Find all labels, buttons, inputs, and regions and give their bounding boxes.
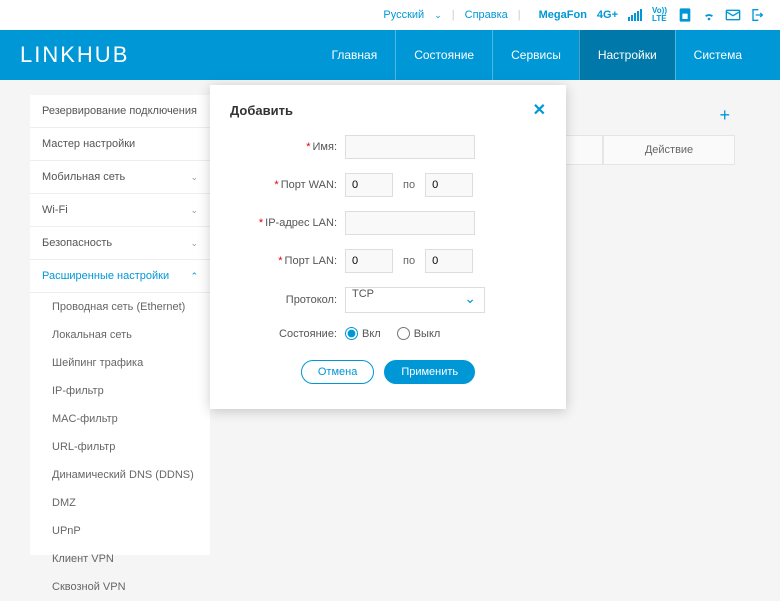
chevron-down-icon: ⌄ <box>434 10 442 21</box>
close-icon[interactable]: ✕ <box>533 100 546 120</box>
label-proto: Протокол: <box>286 294 337 306</box>
sub-upnp[interactable]: UPnP <box>30 517 210 545</box>
sub-dmz[interactable]: DMZ <box>30 489 210 517</box>
sim-icon <box>677 7 693 23</box>
cancel-button[interactable]: Отмена <box>301 360 374 384</box>
nav-status[interactable]: Состояние <box>395 30 492 80</box>
name-input[interactable] <box>345 135 475 159</box>
label-lanip: IP-адрес LAN: <box>265 217 337 229</box>
wan-to-input[interactable] <box>425 173 473 197</box>
sub-ethernet[interactable]: Проводная сеть (Ethernet) <box>30 293 210 321</box>
lanip-input[interactable] <box>345 211 475 235</box>
sub-vpnclient[interactable]: Клиент VPN <box>30 545 210 573</box>
sub-vpnpass[interactable]: Сквозной VPN <box>30 573 210 601</box>
sidebar: Резервирование подключения Мастер настро… <box>30 95 210 555</box>
wan-from-input[interactable] <box>345 173 393 197</box>
separator: | <box>518 9 521 21</box>
add-button[interactable]: + <box>719 105 730 126</box>
to-label: по <box>403 179 415 191</box>
sub-lan[interactable]: Локальная сеть <box>30 321 210 349</box>
chevron-up-icon: ⌃ <box>190 271 198 282</box>
chevron-down-icon: ⌄ <box>190 205 198 216</box>
sub-urlfilter[interactable]: URL-фильтр <box>30 433 210 461</box>
label-state: Состояние: <box>279 328 337 340</box>
nav-services[interactable]: Сервисы <box>492 30 579 80</box>
volte-icon: Vo))LTE <box>652 7 667 23</box>
logo: LINKHUB <box>20 42 129 68</box>
sms-icon <box>725 7 741 23</box>
chevron-down-icon: ⌄ <box>190 238 198 249</box>
separator: | <box>452 9 455 21</box>
language-link[interactable]: Русский <box>383 9 424 21</box>
lanport-from-input[interactable] <box>345 249 393 273</box>
sidebar-wizard[interactable]: Мастер настройки <box>30 128 210 161</box>
carrier-name: MegaFon <box>539 9 587 21</box>
sub-ipfilter[interactable]: IP-фильтр <box>30 377 210 405</box>
nav-settings[interactable]: Настройки <box>579 30 675 80</box>
to-label: по <box>403 255 415 267</box>
sub-shaping[interactable]: Шейпинг трафика <box>30 349 210 377</box>
nav-system[interactable]: Система <box>675 30 760 80</box>
add-modal: Добавить ✕ *Имя: *Порт WAN: по *IP-адрес… <box>210 85 566 409</box>
help-link[interactable]: Справка <box>465 9 508 21</box>
apply-button[interactable]: Применить <box>384 360 475 384</box>
sidebar-advanced[interactable]: Расширенные настройки⌃ <box>30 260 210 293</box>
label-name: Имя: <box>313 141 337 153</box>
sub-ddns[interactable]: Динамический DNS (DDNS) <box>30 461 210 489</box>
network-mode: 4G+ <box>597 9 618 21</box>
modal-title: Добавить <box>230 103 293 118</box>
nav-home[interactable]: Главная <box>314 30 396 80</box>
sidebar-wifi[interactable]: Wi-Fi⌄ <box>30 194 210 227</box>
wifi-icon <box>701 7 717 23</box>
sidebar-security[interactable]: Безопасность⌄ <box>30 227 210 260</box>
radio-off[interactable]: Выкл <box>397 327 441 340</box>
sidebar-backup[interactable]: Резервирование подключения <box>30 95 210 128</box>
protocol-select[interactable]: TCP <box>345 287 485 313</box>
label-wan: Порт WAN: <box>281 179 337 191</box>
chevron-down-icon: ⌄ <box>190 172 198 183</box>
radio-on[interactable]: Вкл <box>345 327 381 340</box>
signal-icon <box>628 9 642 21</box>
th-action: Действие <box>603 135 735 165</box>
logout-icon[interactable] <box>749 7 765 23</box>
sidebar-mobile[interactable]: Мобильная сеть⌄ <box>30 161 210 194</box>
lanport-to-input[interactable] <box>425 249 473 273</box>
sub-macfilter[interactable]: MAC-фильтр <box>30 405 210 433</box>
label-lanport: Порт LAN: <box>285 255 337 267</box>
